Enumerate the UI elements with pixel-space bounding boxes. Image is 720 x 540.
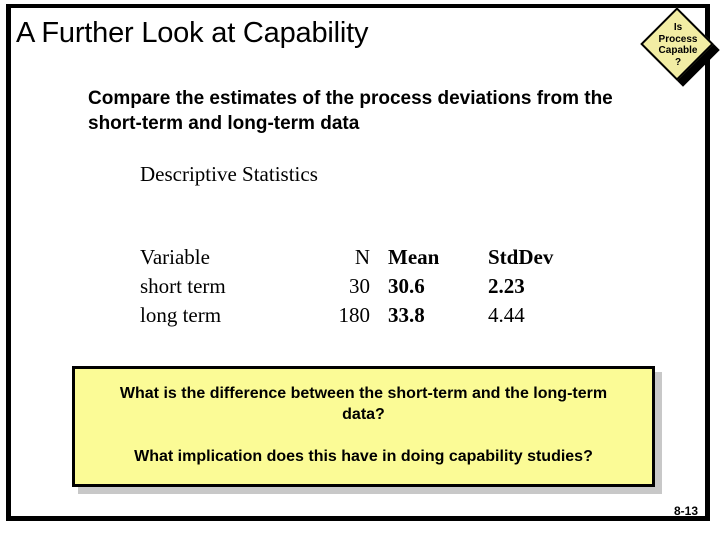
callout-question-1: What is the difference between the short… [119,385,608,423]
diamond-label-line-1: Is [673,22,683,33]
slide-canvas: A Further Look at Capability Is Process … [0,0,720,540]
cell-n: 30 [349,274,370,298]
decision-diamond-icon: Is Process Capable ? [640,7,720,87]
cell-mean: 30.6 [388,274,425,298]
cell-stddev: 2.23 [488,274,525,298]
question-callout-box: What is the difference between the short… [72,366,655,487]
body-bullet-text: Compare the estimates of the process dev… [88,88,613,134]
header-mean: Mean [388,245,440,269]
diamond-label-line-4: ? [674,56,682,68]
diamond-label-line-2: Process [658,33,698,45]
cell-stddev: 4.44 [488,303,525,327]
slide-frame-left [6,4,11,520]
diamond-label: Is Process Capable ? [645,22,711,68]
cell-n: 180 [338,303,371,327]
cell-variable: short term [140,274,226,298]
slide-frame-bottom [6,516,710,521]
descriptive-statistics-caption: Descriptive Statistics [140,162,318,186]
cell-mean: 33.8 [388,303,425,327]
header-stddev: StdDev [488,245,554,269]
header-n: N [354,245,370,269]
slide-title: A Further Look at Capability [16,17,369,49]
table-header-row: Variable N Mean StdDev [140,246,588,275]
descriptive-statistics-table: Variable N Mean StdDev short term 30 30.… [140,246,588,333]
page-number: 8-13 [673,504,698,518]
slide-frame-top [6,4,710,8]
table-row: long term 180 33.8 4.44 [140,304,588,333]
diamond-label-line-3: Capable [658,45,698,56]
cell-variable: long term [140,303,222,327]
callout-question-2: What implication does this have in doing… [134,448,593,465]
table-row: short term 30 30.6 2.23 [140,275,588,304]
header-variable: Variable [140,245,210,269]
